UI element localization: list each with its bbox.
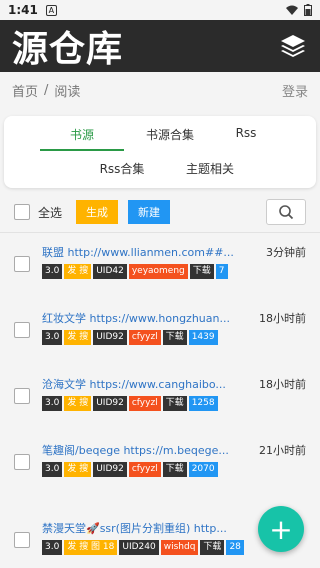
- tab-book-source-collection[interactable]: 书源合集: [128, 126, 212, 143]
- uid-tag: UID42: [93, 264, 127, 279]
- add-fab-button[interactable]: +: [258, 506, 304, 552]
- action-bar: 全选 生成 新建: [0, 196, 320, 228]
- login-link[interactable]: 登录: [282, 81, 308, 100]
- item-checkbox[interactable]: [14, 388, 30, 404]
- version-tag: 3.0: [42, 396, 63, 411]
- download-count-tag: 7: [215, 264, 228, 279]
- version-tag: 3.0: [42, 264, 63, 279]
- item-time: 3分钟前: [266, 246, 306, 259]
- item-checkbox[interactable]: [14, 454, 30, 470]
- app-bar: 源仓库: [0, 20, 320, 72]
- item-tags: 3.0 发 搜 UID92 cfyyzl 下载 1439: [42, 330, 218, 345]
- author-tag: cfyyzl: [128, 330, 161, 345]
- tab-rss[interactable]: Rss: [216, 126, 276, 140]
- search-tag: 发 搜: [64, 264, 92, 279]
- item-time: 18小时前: [259, 312, 306, 325]
- version-tag: 3.0: [42, 540, 63, 555]
- item-name[interactable]: 禁漫天堂🚀ssr(图片分割重组) http...: [42, 520, 242, 536]
- author-tag: wishdq: [160, 540, 199, 555]
- version-tag: 3.0: [42, 462, 63, 477]
- item-name[interactable]: 笔趣阁/beqege https://m.beqege...: [42, 442, 242, 458]
- generate-button[interactable]: 生成: [76, 200, 119, 224]
- download-tag: 下载: [200, 540, 225, 555]
- uid-tag: UID92: [93, 462, 127, 477]
- download-count-tag: 1439: [188, 330, 218, 345]
- battery-icon: [304, 4, 312, 16]
- divider: [0, 232, 320, 233]
- search-tag: 发 搜: [64, 462, 92, 477]
- breadcrumb-home[interactable]: 首页: [12, 81, 38, 100]
- layers-icon[interactable]: [278, 31, 308, 61]
- item-name[interactable]: 沧海文学 https://www.canghaibo...: [42, 376, 242, 392]
- search-button[interactable]: [266, 199, 306, 225]
- category-tabs: 书源 书源合集 Rss Rss合集 主题相关: [4, 116, 316, 188]
- wifi-icon: [286, 5, 298, 15]
- search-tag: 发 搜 图 18: [64, 540, 118, 555]
- create-button[interactable]: 新建: [128, 200, 171, 224]
- select-all-checkbox[interactable]: [14, 204, 30, 220]
- author-tag: cfyyzl: [128, 462, 161, 477]
- search-tag: 发 搜: [64, 396, 92, 411]
- item-tags: 3.0 发 搜 UID92 cfyyzl 下载 1258: [42, 396, 218, 411]
- download-count-tag: 1258: [188, 396, 218, 411]
- item-time: 18小时前: [259, 378, 306, 391]
- list-item[interactable]: 沧海文学 https://www.canghaibo... 18小时前 3.0 …: [0, 368, 320, 434]
- plus-icon: +: [269, 512, 293, 546]
- search-icon: [279, 205, 294, 220]
- uid-tag: UID240: [119, 540, 159, 555]
- item-name[interactable]: 红妆文学 https://www.hongzhuan...: [42, 310, 242, 326]
- download-count-tag: 2070: [188, 462, 218, 477]
- status-bar: 1:41 A: [0, 0, 320, 20]
- breadcrumb-separator: /: [44, 82, 49, 98]
- list-item[interactable]: 笔趣阁/beqege https://m.beqege... 21小时前 3.0…: [0, 434, 320, 500]
- breadcrumb-current: 阅读: [54, 84, 81, 100]
- notification-icon: A: [45, 4, 57, 16]
- download-tag: 下载: [162, 396, 187, 411]
- search-tag: 发 搜: [64, 330, 92, 345]
- item-checkbox[interactable]: [14, 256, 30, 272]
- uid-tag: UID92: [93, 330, 127, 345]
- item-tags: 3.0 发 搜 UID92 cfyyzl 下载 2070: [42, 462, 218, 477]
- item-tags: 3.0 发 搜 UID42 yeyaomeng 下载 7: [42, 264, 228, 279]
- app-title: 源仓库: [12, 29, 124, 70]
- uid-tag: UID92: [93, 396, 127, 411]
- download-tag: 下载: [189, 264, 214, 279]
- download-tag: 下载: [162, 330, 187, 345]
- list-item[interactable]: 联盟 http://www.llianmen.com##... 3分钟前 3.0…: [0, 236, 320, 302]
- author-tag: cfyyzl: [128, 396, 161, 411]
- select-all-label[interactable]: 全选: [38, 204, 62, 221]
- item-time: 21小时前: [259, 444, 306, 457]
- item-checkbox[interactable]: [14, 532, 30, 548]
- item-checkbox[interactable]: [14, 322, 30, 338]
- version-tag: 3.0: [42, 330, 63, 345]
- download-tag: 下载: [162, 462, 187, 477]
- tab-rss-collection[interactable]: Rss合集: [80, 160, 164, 177]
- status-icons: [286, 4, 312, 16]
- item-name[interactable]: 联盟 http://www.llianmen.com##...: [42, 244, 242, 260]
- breadcrumb: 首页 / 阅读 登录: [0, 72, 320, 108]
- status-time: 1:41: [8, 3, 38, 17]
- download-count-tag: 28: [226, 540, 244, 555]
- tab-theme[interactable]: 主题相关: [168, 160, 252, 177]
- item-tags: 3.0 发 搜 图 18 UID240 wishdq 下载 28: [42, 540, 244, 555]
- tab-book-source[interactable]: 书源: [40, 126, 124, 143]
- active-tab-indicator: [40, 149, 124, 151]
- list-item[interactable]: 红妆文学 https://www.hongzhuan... 18小时前 3.0 …: [0, 302, 320, 368]
- author-tag: yeyaomeng: [128, 264, 188, 279]
